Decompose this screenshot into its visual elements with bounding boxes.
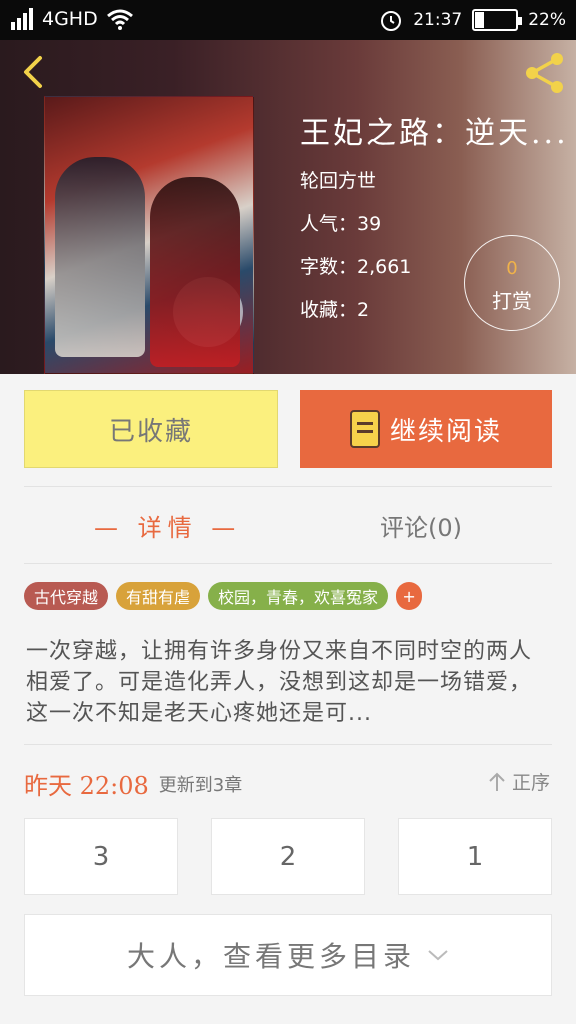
book-author: 轮回方世 (300, 170, 377, 192)
tag-list: 古代穿越 有甜有虐 校园，青春，欢喜冤家 + (24, 582, 423, 610)
chapter-item[interactable]: 3 (24, 818, 178, 895)
alarm-icon (381, 11, 402, 31)
back-arrow-icon[interactable] (14, 52, 54, 92)
book-cover (44, 96, 254, 374)
arrow-up-icon (489, 772, 505, 791)
update-text: 更新到3章 (158, 774, 243, 796)
chapter-item[interactable]: 1 (398, 818, 552, 895)
reward-label: 打赏 (492, 289, 532, 313)
divider (24, 563, 552, 564)
book-header: 王妃之路：逆天... 轮回方世 人气：39 字数：2,661 收藏：2 0 打赏 (0, 40, 576, 374)
chevron-down-icon (428, 950, 448, 961)
signal-icon (11, 8, 33, 30)
wifi-icon (106, 9, 133, 30)
chapter-item[interactable]: 2 (211, 818, 365, 895)
share-icon[interactable] (522, 50, 568, 96)
divider (24, 486, 552, 487)
book-title: 王妃之路：逆天... (300, 116, 569, 151)
book-description[interactable]: 一次穿越，让拥有许多身份又来自不同时空的两人相爱了。可是造化弄人，没想到这却是一… (26, 636, 546, 729)
reward-button[interactable]: 0 打赏 (464, 235, 560, 331)
update-info: 昨天 22:08 更新到3章 (24, 766, 242, 801)
tag-sweet-and-angst[interactable]: 有甜有虐 (116, 582, 201, 610)
favorite-button-label: 已收藏 (108, 416, 193, 447)
divider (24, 744, 552, 745)
more-catalog-button[interactable]: 大人，查看更多目录 (24, 914, 552, 996)
network-type: 4GHD (42, 8, 98, 30)
continue-reading-button[interactable]: 继续阅读 (300, 390, 552, 468)
tag-ancient-time-travel[interactable]: 古代穿越 (24, 582, 109, 610)
battery-percent: 22% (528, 10, 566, 30)
update-time: 昨天 22:08 (24, 772, 149, 800)
continue-reading-label: 继续阅读 (389, 416, 502, 447)
battery-icon (472, 9, 523, 31)
tab-comments[interactable]: 评论(0) (380, 508, 462, 543)
book-icon (349, 410, 380, 448)
favorite-button[interactable]: 已收藏 (24, 390, 278, 468)
clock: 21:37 (413, 10, 463, 30)
book-popularity: 人气：39 (300, 213, 382, 235)
status-bar: 4GHD 21:37 22% (0, 0, 576, 40)
sort-order-toggle[interactable]: 正序 (488, 768, 550, 795)
sort-order-label: 正序 (511, 772, 550, 794)
reward-count: 0 (506, 258, 518, 279)
tab-details[interactable]: — 详情 — (94, 508, 241, 543)
tag-campus-youth[interactable]: 校园，青春，欢喜冤家 (208, 582, 389, 610)
add-tag-button[interactable]: + (396, 582, 423, 610)
more-catalog-label: 大人，查看更多目录 (126, 940, 415, 973)
